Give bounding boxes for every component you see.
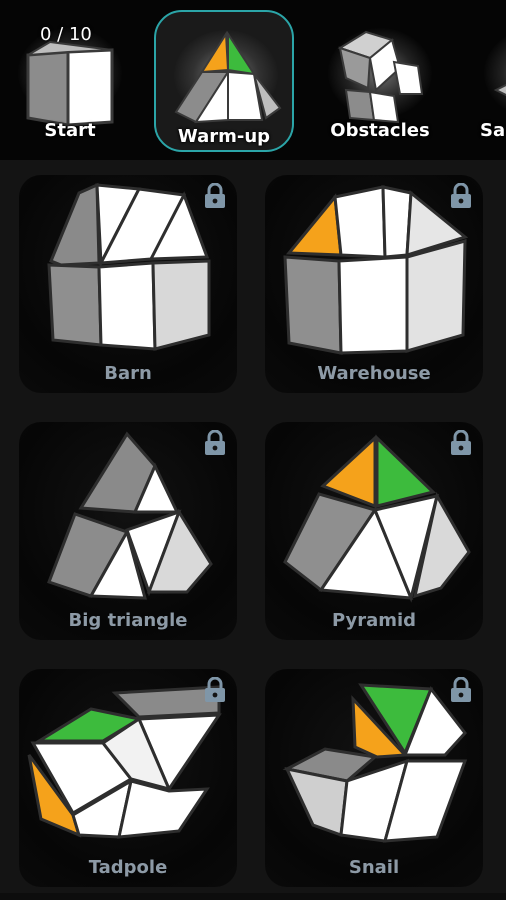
- puzzle-card-warehouse[interactable]: Warehouse: [265, 175, 483, 393]
- puzzle-name: Snail: [348, 857, 400, 878]
- category-bar: 0 / 10 Start Warm-up Obstacles Sa: [0, 0, 506, 160]
- category-label: Warm-up: [177, 126, 271, 147]
- puzzle-name: Barn: [104, 363, 152, 384]
- category-label: Sa: [480, 120, 506, 141]
- puzzle-card-barn[interactable]: Barn: [19, 175, 237, 393]
- category-label: Obstacles: [330, 120, 430, 141]
- category-start[interactable]: 0 / 10 Start: [0, 10, 140, 152]
- category-warm-up[interactable]: Warm-up: [154, 10, 294, 152]
- padlock-icon: [205, 430, 225, 455]
- puzzle-card-snail[interactable]: Snail: [265, 669, 483, 887]
- category-label: Start: [44, 120, 96, 141]
- padlock-icon: [451, 677, 471, 702]
- puzzle-name: Big triangle: [68, 610, 188, 631]
- progress-counter: 0 / 10: [40, 24, 92, 45]
- padlock-icon: [451, 183, 471, 208]
- warm-up-pyramid-icon: [174, 30, 282, 124]
- padlock-icon: [205, 183, 225, 208]
- puzzle-card-tadpole[interactable]: Tadpole: [19, 669, 237, 887]
- puzzle-name: Tadpole: [88, 857, 168, 878]
- padlock-icon: [205, 677, 225, 702]
- padlock-icon: [451, 430, 471, 455]
- puzzle-card-big-triangle[interactable]: Big triangle: [19, 422, 237, 640]
- category-next[interactable]: Sa: [466, 10, 506, 152]
- bottom-edge: [0, 893, 506, 900]
- puzzle-name: Pyramid: [331, 610, 417, 631]
- puzzle-name: Warehouse: [317, 363, 431, 384]
- category-obstacles[interactable]: Obstacles: [310, 10, 450, 152]
- puzzle-card-pyramid[interactable]: Pyramid: [265, 422, 483, 640]
